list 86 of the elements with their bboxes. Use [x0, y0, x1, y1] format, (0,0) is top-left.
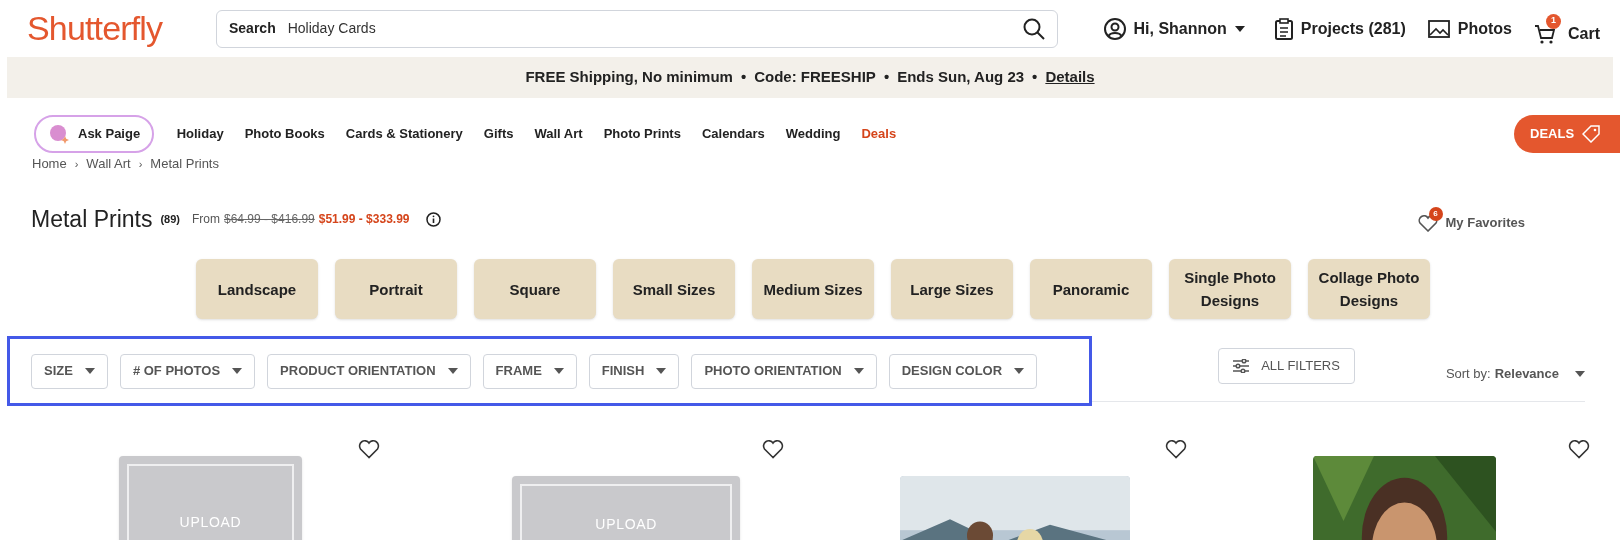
search-value: Holiday Cards	[287, 19, 377, 38]
breadcrumb-link[interactable]: Home	[32, 154, 67, 174]
cart-badge: 1	[1546, 13, 1561, 29]
photos-link[interactable]: Photos	[1427, 16, 1512, 41]
caret-icon	[447, 368, 458, 374]
category-tile[interactable]: Small Sizes	[613, 259, 735, 319]
bullet: •	[883, 67, 890, 88]
category-tile[interactable]: Large Sizes	[891, 259, 1013, 319]
search-icon[interactable]	[1023, 17, 1045, 40]
cart-link[interactable]: 1 Cart	[1534, 11, 1600, 46]
nav-link[interactable]: Photo Books	[234, 123, 336, 144]
breadcrumb-separator: ›	[74, 156, 79, 172]
projects-link[interactable]: Projects (281)	[1274, 16, 1406, 41]
caret-icon	[84, 368, 95, 374]
category-tile[interactable]: Panoramic	[1030, 259, 1152, 319]
sort-dropdown[interactable]: Sort by: Relevance	[1445, 364, 1585, 384]
cart-label: Cart	[1568, 23, 1600, 44]
category-tile[interactable]: Landscape	[196, 259, 318, 319]
bullet: •	[1032, 67, 1038, 88]
category-tile[interactable]: Single Photo Designs	[1169, 259, 1291, 319]
account-label: Hi, Shannon	[1133, 18, 1227, 39]
category-tile[interactable]: Portrait	[335, 259, 457, 319]
nav-link[interactable]: Calendars	[691, 123, 776, 144]
nav-link[interactable]: Photo Prints	[593, 123, 692, 144]
sort-label: Sort by:	[1445, 365, 1491, 383]
cart-icon	[1534, 22, 1556, 45]
nav-link[interactable]: Wall Art	[523, 123, 594, 144]
product-count: (89)	[160, 211, 180, 227]
old-price: $64.99 - $416.99	[224, 211, 315, 228]
promo-text: Code: FREESHIP	[754, 67, 876, 88]
image-icon	[1427, 19, 1450, 38]
breadcrumb-separator: ›	[138, 156, 143, 172]
nav-link[interactable]: Cards & Stationery	[335, 123, 474, 144]
filter-dropdown[interactable]: PRODUCT ORIENTATION	[267, 353, 471, 389]
caret-icon	[1234, 25, 1245, 32]
heart-icon[interactable]	[1164, 439, 1187, 459]
heart-icon[interactable]	[358, 439, 381, 459]
category-tile[interactable]: Square	[474, 259, 596, 319]
heart-icon[interactable]	[1568, 439, 1590, 459]
nav-link[interactable]: Gifts	[473, 123, 524, 144]
sale-price: $51.99 - $333.99	[318, 211, 410, 228]
heart-icon	[1417, 214, 1438, 232]
nav-link[interactable]: Deals	[850, 123, 907, 144]
sliders-icon	[1233, 359, 1250, 373]
filter-dropdown[interactable]: PHOTO ORIENTATION	[691, 353, 877, 389]
filter-dropdown[interactable]: SIZE	[31, 353, 108, 389]
filter-dropdown[interactable]: FRAME	[482, 353, 577, 389]
sort-value: Relevance	[1494, 365, 1559, 383]
caret-icon	[1575, 370, 1585, 377]
all-filters-button[interactable]: ALL FILTERS	[1218, 348, 1355, 384]
filter-dropdown[interactable]: FINISH	[588, 353, 680, 389]
search-label: Search	[229, 19, 276, 38]
favorites-badge: 6	[1428, 207, 1443, 221]
filter-dropdown[interactable]: # OF PHOTOS	[119, 353, 256, 389]
favorites-label: My Favorites	[1445, 214, 1525, 233]
page-title: Metal Prints	[31, 204, 153, 234]
category-tile[interactable]: Collage Photo Designs	[1308, 259, 1430, 319]
details-link[interactable]: Details	[1045, 66, 1095, 89]
breadcrumb-link[interactable]: Wall Art	[86, 154, 131, 174]
logo[interactable]: Shutterfly	[27, 3, 216, 54]
projects-label: Projects (281)	[1300, 18, 1406, 39]
caret-icon	[553, 368, 564, 374]
caret-icon	[1014, 368, 1025, 374]
deals-button[interactable]: DEALS	[1514, 114, 1620, 153]
caret-icon	[853, 368, 864, 374]
nav-link[interactable]: Holiday	[166, 123, 235, 144]
promo-text: Ends Sun, Aug 23	[897, 67, 1025, 88]
account-menu[interactable]: Hi, Shannon	[1103, 16, 1245, 41]
bullet: •	[740, 67, 747, 88]
heart-icon[interactable]	[761, 439, 784, 459]
search-field[interactable]: Search Holiday Cards	[216, 9, 1058, 48]
from-label: From	[192, 211, 220, 228]
promo-text: FREE Shipping, No minimum	[525, 67, 733, 88]
favorites-link[interactable]: 6 My Favorites	[1417, 205, 1525, 233]
nav-link[interactable]: Wedding	[775, 123, 851, 144]
photos-label: Photos	[1457, 18, 1512, 39]
tag-icon	[1582, 124, 1601, 143]
user-icon	[1103, 17, 1126, 40]
breadcrumb-link[interactable]: Metal Prints	[150, 154, 219, 174]
ask-paige-button[interactable]: Ask Paige	[34, 114, 155, 153]
clipboard-icon	[1274, 17, 1293, 40]
category-tile[interactable]: Medium Sizes	[752, 259, 874, 319]
info-icon[interactable]	[425, 211, 441, 227]
filter-dropdown[interactable]: DESIGN COLOR	[888, 353, 1038, 389]
caret-icon	[656, 368, 667, 374]
caret-icon	[232, 368, 243, 374]
